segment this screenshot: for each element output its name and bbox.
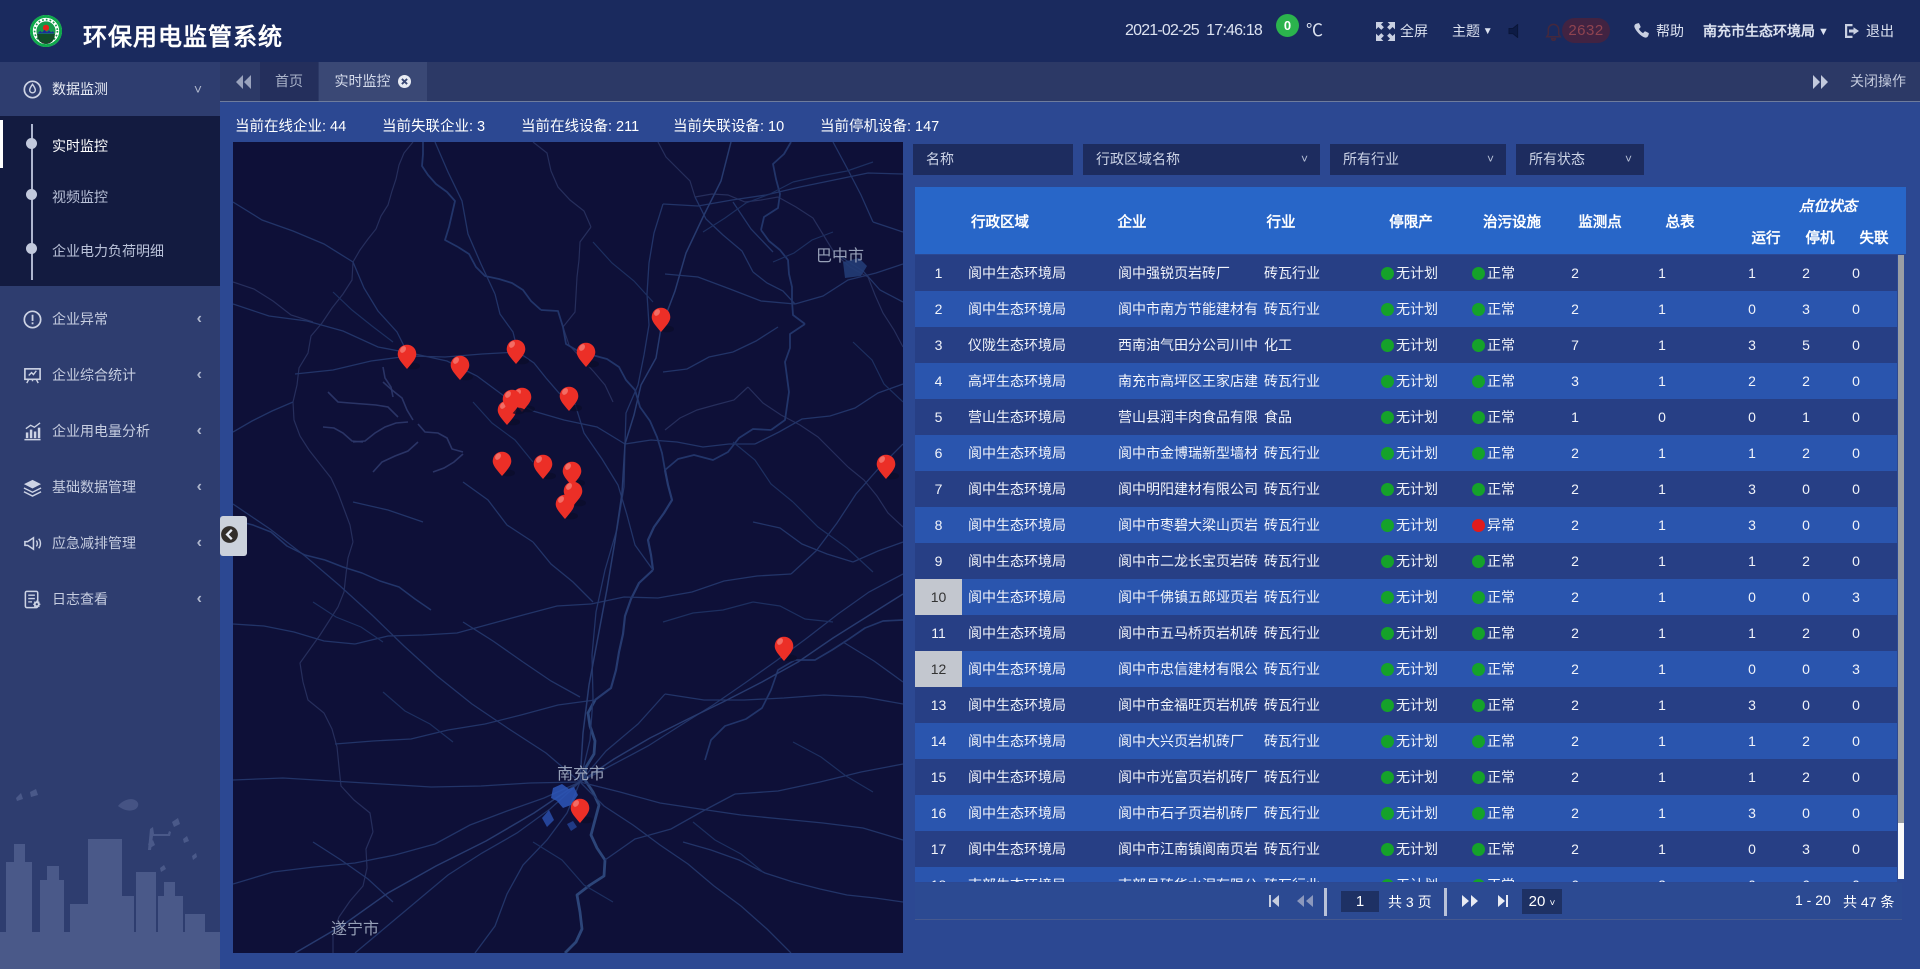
svg-text:巴中市: 巴中市: [816, 247, 864, 265]
svg-text:南充市: 南充市: [557, 765, 605, 783]
svg-text:遂宁市: 遂宁市: [331, 920, 379, 938]
